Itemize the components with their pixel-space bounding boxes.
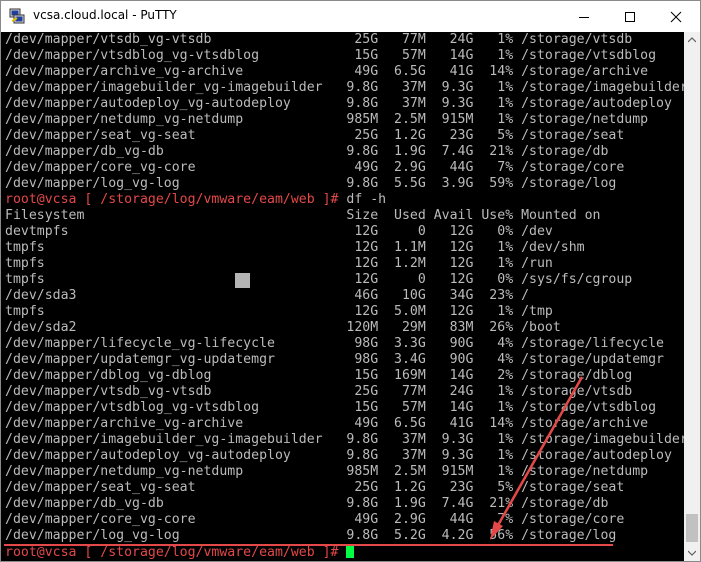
highlighted-log-line: /dev/mapper/log_vg-log 9.8G 5.2G 4.2G 56… xyxy=(5,528,617,543)
minimize-button[interactable] xyxy=(561,1,607,32)
terminal-line: /dev/mapper/vtsdb_vg-vtsdb 25G 77M 24G 1… xyxy=(5,384,633,399)
terminal-line: /dev/mapper/updatemgr_vg-updatemgr 98G 3… xyxy=(5,352,664,367)
terminal-area[interactable]: /dev/mapper/vtsdb_vg-vtsdb 25G 77M 24G 1… xyxy=(1,32,684,561)
df-header-line: Filesystem Size Used Avail Use% Mounted … xyxy=(5,208,601,223)
shell-prompt: root@vcsa [ /storage/log/vmware/eam/web … xyxy=(5,192,347,207)
terminal-line: /dev/mapper/seat_vg-seat 25G 1.2G 23G 5%… xyxy=(5,128,625,143)
close-icon xyxy=(670,11,682,22)
putty-window: vcsa.cloud.local - PuTTY /dev/mapper/vts… xyxy=(0,0,701,562)
maximize-icon xyxy=(625,11,635,22)
terminal-line: /dev/mapper/db_vg-db 9.8G 1.9G 7.4G 21% … xyxy=(5,144,609,159)
close-button[interactable] xyxy=(653,1,699,32)
maximize-button[interactable] xyxy=(607,1,653,32)
terminal-line: /dev/mapper/archive_vg-archive 49G 6.5G … xyxy=(5,416,649,431)
terminal-line: /dev/mapper/netdump_vg-netdump 985M 2.5M… xyxy=(5,112,649,127)
terminal-line: /dev/mapper/db_vg-db 9.8G 1.9G 7.4G 21% … xyxy=(5,496,609,511)
terminal-line: /dev/mapper/imagebuilder_vg-imagebuilder… xyxy=(5,80,684,95)
vertical-scrollbar[interactable] xyxy=(684,32,700,561)
terminal-line: /dev/mapper/lifecycle_vg-lifecycle 98G 3… xyxy=(5,336,664,351)
mouse-pointer-block xyxy=(235,273,250,288)
putty-app-icon xyxy=(9,8,25,24)
chevron-down-icon xyxy=(688,550,696,556)
window-title: vcsa.cloud.local - PuTTY xyxy=(33,8,177,22)
command-prompt-line: root@vcsa [ /storage/log/vmware/eam/web … xyxy=(5,192,386,208)
terminal-line: /dev/mapper/netdump_vg-netdump 985M 2.5M… xyxy=(5,464,649,479)
terminal-line: tmpfs 12G 5.0M 12G 1% /tmp xyxy=(5,304,553,319)
minimize-icon xyxy=(579,16,589,18)
scroll-thumb[interactable] xyxy=(686,514,698,542)
terminal-line: /dev/mapper/log_vg-log 9.8G 5.5G 3.9G 59… xyxy=(5,176,617,191)
title-bar[interactable]: vcsa.cloud.local - PuTTY xyxy=(1,1,700,32)
terminal-line: /dev/mapper/archive_vg-archive 49G 6.5G … xyxy=(5,64,649,79)
scroll-up-button[interactable] xyxy=(684,32,700,48)
text-cursor xyxy=(346,544,355,558)
terminal-line: devtmpfs 12G 0 12G 0% /dev xyxy=(5,224,553,239)
terminal-line: /dev/mapper/vtsdblog_vg-vtsdblog 15G 57M… xyxy=(5,400,657,415)
terminal-line: tmpfs 12G 0 12G 0% /sys/fs/cgroup xyxy=(5,272,633,287)
scroll-down-button[interactable] xyxy=(684,545,700,561)
terminal-line: /dev/mapper/core_vg-core 49G 2.9G 44G 7%… xyxy=(5,512,625,527)
terminal-line: tmpfs 12G 1.2M 12G 1% /run xyxy=(5,256,553,271)
typed-command: df -h xyxy=(346,192,387,207)
terminal-line: /dev/mapper/imagebuilder_vg-imagebuilder… xyxy=(5,432,684,447)
terminal-line: /dev/mapper/core_vg-core 49G 2.9G 44G 7%… xyxy=(5,160,625,175)
terminal-line: /dev/mapper/seat_vg-seat 25G 1.2G 23G 5%… xyxy=(5,480,625,495)
terminal-line: /dev/sda3 46G 10G 34G 23% / xyxy=(5,288,530,303)
terminal-line: /dev/mapper/vtsdblog_vg-vtsdblog 15G 57M… xyxy=(5,48,657,63)
terminal-line: /dev/mapper/autodeploy_vg-autodeploy 9.8… xyxy=(5,96,672,111)
terminal-line: /dev/mapper/autodeploy_vg-autodeploy 9.8… xyxy=(5,448,672,463)
chevron-up-icon xyxy=(688,37,696,43)
terminal-line: /dev/mapper/dblog_vg-dblog 15G 169M 14G … xyxy=(5,368,633,383)
shell-prompt: root@vcsa [ /storage/log/vmware/eam/web … xyxy=(5,545,347,560)
terminal-line: tmpfs 12G 1.1M 12G 1% /dev/shm xyxy=(5,240,585,255)
terminal-line: /dev/mapper/vtsdb_vg-vtsdb 25G 77M 24G 1… xyxy=(5,32,633,47)
active-prompt-line[interactable]: root@vcsa [ /storage/log/vmware/eam/web … xyxy=(5,544,355,560)
terminal-line: /dev/sda2 120M 29M 83M 26% /boot xyxy=(5,320,561,335)
